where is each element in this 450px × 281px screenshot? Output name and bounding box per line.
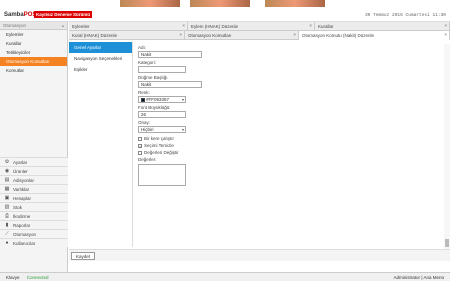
tab-eylemler[interactable]: Eylemler × — [69, 22, 188, 31]
values-label: Değerler: — [138, 157, 157, 162]
close-icon[interactable]: × — [293, 32, 296, 37]
font-size-input[interactable]: 26 — [138, 111, 186, 118]
banner-image-1 — [120, 0, 180, 7]
tab-row-2: Kural (HNAK) Düzenle × Otomasyon Komutlar… — [69, 31, 450, 40]
nav-raporlar[interactable]: ▮ Raporlar — [0, 220, 68, 229]
nav-otomasyon[interactable]: ⟋ Otomasyon — [0, 229, 68, 238]
clear-selection-option[interactable]: ✓ Seçimi Temizle — [138, 142, 202, 149]
module-nav: ⚙ Ayarlar ◉ Ürünler ▤ Adisyonlar ▦ Varlıklar… — [0, 157, 68, 247]
sidebar-item-eylemler[interactable]: Eylemler — [0, 30, 67, 39]
close-icon[interactable]: × — [444, 32, 447, 37]
chevron-down-icon: ▾ — [181, 97, 184, 102]
banner-image-2 — [190, 0, 250, 7]
scrollbar-thumb[interactable] — [445, 239, 449, 247]
trial-badge: Kayıtsız Deneme Sürümü — [34, 11, 93, 18]
clear-selection-checkbox[interactable]: ✓ — [138, 143, 142, 148]
terminal-name: Klavye — [6, 275, 20, 280]
nav-hesaplar[interactable]: ▣ Hesaplar — [0, 193, 68, 202]
close-icon[interactable]: × — [179, 32, 182, 37]
command-form: Adı: Nakit Kategori: Düğme Başlığı Nakit… — [138, 44, 202, 186]
tab-kural-duzenle[interactable]: Kural (HNAK) Düzenle × — [69, 31, 185, 40]
product-icon: ◉ — [4, 168, 10, 174]
sidebar-item-otomasyon-komutlari[interactable]: Otomasyon Komutları — [0, 57, 67, 66]
gear-icon: ⚙ — [4, 159, 10, 165]
nav-varliklar[interactable]: ▦ Varlıklar — [0, 184, 68, 193]
settings-nav-esikler[interactable]: Eşikler — [69, 64, 132, 75]
settings-nav: Genel Ayarlar Navigasyon Seçenekleri Eşi… — [69, 42, 133, 247]
category-input[interactable] — [138, 66, 186, 73]
button-header-input[interactable]: Nakit — [138, 81, 202, 88]
report-icon: ▮ — [5, 222, 9, 228]
datetime-display: 30 Temmuz 2016 Cumartesi 11:30 — [364, 13, 446, 18]
automation-icon: ⟋ — [5, 231, 9, 237]
change-values-checkbox[interactable] — [138, 150, 142, 155]
chevron-up-icon: ▴ — [61, 23, 64, 28]
settings-nav-genel[interactable]: Genel Ayarlar — [69, 42, 132, 53]
scrollbar[interactable] — [444, 44, 450, 249]
color-swatch — [141, 97, 145, 102]
color-select[interactable]: #FF093367 ▾ — [138, 96, 186, 103]
tab-kurallar[interactable]: Kurallar × — [315, 22, 450, 31]
confirm-select[interactable]: Hiçbiri ▾ — [138, 126, 186, 133]
sidebar-item-kurallar[interactable]: Kurallar — [0, 39, 67, 48]
values-textarea[interactable] — [138, 164, 186, 186]
connection-status: Connected — [26, 275, 49, 280]
entity-icon: ▦ — [4, 186, 10, 192]
banner-image-3 — [265, 0, 325, 7]
user-icon: ● — [5, 240, 9, 246]
top-bar: SambaPOS Kayıtsız Deneme Sürümü 30 Temmu… — [0, 0, 450, 22]
sidebar-item-komutlar[interactable]: Komutlar — [0, 66, 67, 75]
sidebar-header[interactable]: Otomasyon ▴ — [0, 22, 67, 30]
tab-row-1: Eylemler × Eylem (HNAK) Düzenle × Kurallar… — [69, 22, 450, 31]
print-icon: ⎙ — [4, 213, 9, 219]
nav-yazdirma[interactable]: ⎙ İkndirme — [0, 211, 68, 220]
sidebar-item-tetikleyiciler[interactable]: Tetikleyiciler — [0, 48, 67, 57]
account-icon: ▣ — [4, 195, 10, 201]
action-bar: Kaydet — [69, 249, 450, 261]
name-input[interactable]: Nakit — [138, 51, 202, 58]
close-icon[interactable]: × — [182, 23, 185, 28]
user-name: Administrator — [393, 275, 421, 280]
nav-urunler[interactable]: ◉ Ürünler — [0, 166, 68, 175]
tab-otomasyon-komutu-duzenle[interactable]: Otomasyon Komutu (Nakit) Düzenle × — [299, 31, 450, 40]
close-icon[interactable]: × — [309, 23, 312, 28]
run-once-checkbox[interactable] — [138, 136, 142, 141]
save-button[interactable]: Kaydet — [71, 252, 96, 260]
nav-adisyonlar[interactable]: ▤ Adisyonlar — [0, 175, 68, 184]
ticket-icon: ▤ — [4, 177, 10, 183]
close-icon[interactable]: × — [444, 23, 447, 28]
sidebar: Otomasyon ▴ Eylemler Kurallar Tetikleyici… — [0, 22, 68, 272]
nav-stok[interactable]: ▥ Stok — [0, 202, 68, 211]
tab-eylem-duzenle[interactable]: Eylem (HNAK) Düzenle × — [188, 22, 315, 31]
nav-kullanicilar[interactable]: ● Kullanıcılar — [0, 238, 68, 247]
stock-icon: ▥ — [4, 204, 10, 210]
settings-nav-navigasyon[interactable]: Navigasyon Seçenekleri — [69, 53, 132, 64]
change-values-option[interactable]: Değerleri Değiştir — [138, 149, 202, 156]
main-menu-link[interactable]: Ana Menü — [423, 275, 444, 280]
run-once-option[interactable]: Bir kere çalıştır — [138, 135, 202, 142]
status-bar: Klavye Connected Administrator | Ana Men… — [0, 272, 450, 281]
chevron-down-icon: ▾ — [181, 127, 184, 132]
sambapos-logo: SambaPOS — [4, 12, 37, 18]
nav-ayarlar[interactable]: ⚙ Ayarlar — [0, 157, 68, 166]
tab-otomasyon-komutlari[interactable]: Otomasyon Komutları × — [185, 31, 299, 40]
